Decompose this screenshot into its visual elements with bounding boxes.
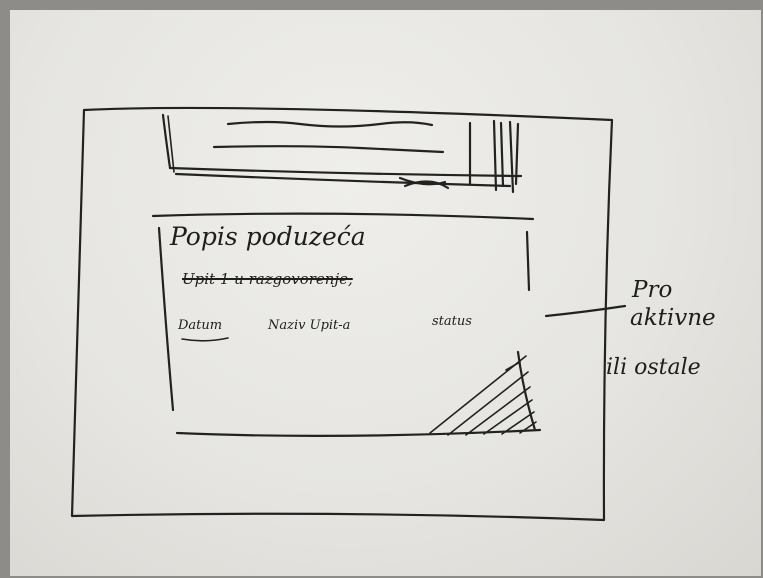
column-header-date[interactable]: Datum — [178, 318, 222, 333]
column-underline — [181, 337, 229, 342]
page-title: Popis poduzeća — [170, 222, 366, 251]
annotation-pointer — [544, 304, 627, 318]
column-header-status[interactable]: status — [432, 314, 472, 329]
column-header-name[interactable]: Naziv Upit-a — [268, 318, 350, 333]
query-row-text: Upit 1 u razgovorenje, — [182, 270, 353, 288]
annotation-line: aktivne — [630, 305, 716, 331]
annotation-line: ili ostale — [606, 355, 701, 380]
header-banner — [161, 113, 523, 194]
annotation-line: Pro — [632, 277, 673, 303]
window-frame — [70, 106, 614, 522]
